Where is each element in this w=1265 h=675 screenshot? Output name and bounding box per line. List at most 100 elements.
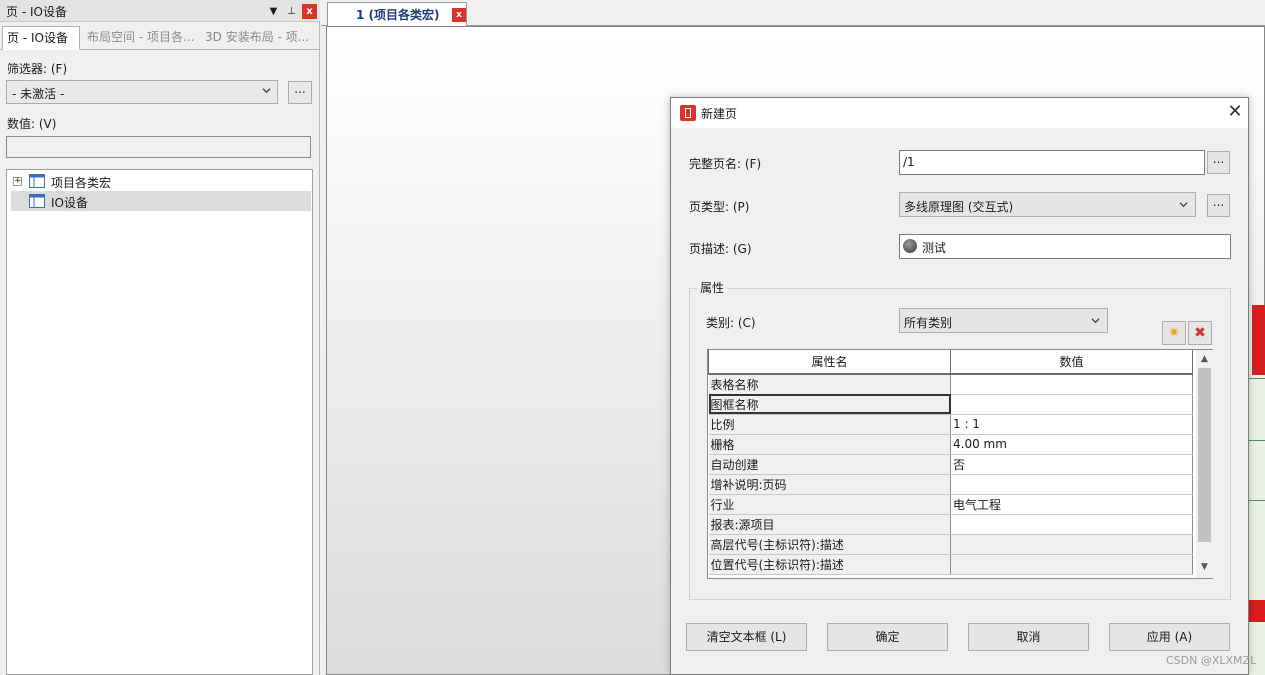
table-row[interactable]: 栅格 4.00 mm [708, 434, 1193, 455]
value-label: 数值: (V) [7, 117, 57, 131]
page-type-more-button[interactable]: ... [1207, 194, 1230, 217]
page-icon [29, 174, 45, 188]
full-name-more-button[interactable]: ... [1207, 151, 1230, 174]
document-tab-label: 1 (项目各类宏) [356, 8, 440, 22]
properties-legend: 属性 [697, 279, 728, 296]
dialog-title: 新建页 [701, 107, 738, 121]
full-name-value: /1 [903, 155, 915, 169]
properties-grid: 属性名 数值 表格名称 图框名称 比例 1 : 1 栅格 4.00 mm 自动创建否… [707, 349, 1213, 579]
panel-title: 页 - IO设备 [6, 5, 67, 19]
document-tab-bar: 1 (项目各类宏) x [321, 0, 1265, 26]
schematic-line [1248, 378, 1265, 379]
watermark: CSDN @XLXMZL [1166, 654, 1257, 667]
new-property-button[interactable]: ✷ [1162, 321, 1186, 345]
property-value[interactable]: 电气工程 [950, 494, 1193, 515]
property-name: 栅格 [708, 434, 951, 455]
tab-pages[interactable]: 页 - IO设备 [2, 26, 80, 50]
close-icon[interactable]: x [452, 8, 466, 22]
category-label: 类别: (C) [706, 316, 756, 330]
table-row[interactable]: 图框名称 [708, 394, 1193, 415]
property-value[interactable] [950, 554, 1193, 575]
table-row[interactable]: 报表:源项目 [708, 514, 1193, 535]
schematic-line [1248, 440, 1265, 441]
table-row[interactable]: 增补说明:页码 [708, 474, 1193, 495]
scroll-up-icon[interactable]: ▲ [1199, 354, 1210, 364]
filter-value: - 未激活 - [12, 87, 65, 101]
ok-button[interactable]: 确定 [827, 623, 948, 651]
scroll-down-icon[interactable]: ▼ [1199, 562, 1210, 572]
tree-item-project-macros[interactable]: + 项目各类宏 [11, 171, 311, 191]
clear-fields-button[interactable]: 清空文本框 (L) [686, 623, 807, 651]
full-name-input[interactable]: /1 [899, 150, 1205, 175]
new-page-dialog: 新建页 ✕ 完整页名: (F) /1 ... 页类型: (P) 多线原理图 (交… [670, 97, 1249, 675]
page-type-label: 页类型: (P) [689, 200, 750, 214]
scroll-thumb[interactable] [1198, 368, 1211, 542]
page-desc-value: 测试 [922, 241, 947, 255]
property-name: 图框名称 [708, 394, 951, 415]
property-name: 增补说明:页码 [708, 474, 951, 495]
grid-scrollbar[interactable]: ▲ ▼ [1196, 350, 1213, 578]
property-value[interactable]: 1 : 1 [950, 414, 1193, 435]
cancel-button[interactable]: 取消 [968, 623, 1089, 651]
schematic-line [1248, 500, 1265, 501]
table-row[interactable]: 比例 1 : 1 [708, 414, 1193, 435]
filter-more-button[interactable]: ... [288, 81, 312, 104]
page-icon [29, 194, 45, 208]
table-row[interactable]: 高层代号(主标识符):描述 [708, 534, 1193, 555]
property-value[interactable] [950, 374, 1193, 395]
page-type-value: 多线原理图 (交互式) [904, 200, 1014, 214]
filter-select[interactable]: - 未激活 - [6, 80, 278, 104]
property-name: 表格名称 [708, 374, 951, 395]
property-name: 高层代号(主标识符):描述 [708, 534, 951, 555]
property-name: 报表:源项目 [708, 514, 951, 535]
chevron-down-icon [1179, 202, 1188, 208]
panel-title-bar: 页 - IO设备 ▼ ⊥ x [0, 0, 320, 22]
tree-item-io-devices[interactable]: IO设备 [11, 191, 311, 211]
tree-item-label: IO设备 [51, 196, 88, 210]
schematic-content [1248, 600, 1265, 622]
property-value[interactable]: 4.00 mm [950, 434, 1193, 455]
property-name: 位置代号(主标识符):描述 [708, 554, 951, 575]
full-name-label: 完整页名: (F) [689, 157, 762, 171]
property-name: 行业 [708, 494, 951, 515]
panel-close-icon[interactable]: x [302, 4, 317, 19]
table-row[interactable]: 位置代号(主标识符):描述 [708, 554, 1193, 575]
panel-menu-icon[interactable]: ▼ [266, 4, 281, 19]
page-type-select[interactable]: 多线原理图 (交互式) [899, 192, 1196, 217]
filter-label: 筛选器: (F) [7, 62, 68, 76]
page-desc-label: 页描述: (G) [689, 242, 752, 256]
schematic-content [1252, 305, 1265, 375]
document-tab[interactable]: 1 (项目各类宏) x [327, 2, 467, 26]
panel-tabs: 页 - IO设备 布局空间 - 项目各... 3D 安装布局 - 项... [0, 26, 320, 50]
property-value[interactable] [950, 514, 1193, 535]
panel-pin-icon[interactable]: ⊥ [284, 4, 299, 19]
tab-layout-space[interactable]: 布局空间 - 项目各... [83, 26, 199, 50]
expand-icon[interactable]: + [13, 177, 22, 186]
delete-property-button[interactable]: ✖ [1188, 321, 1212, 345]
property-name: 自动创建 [708, 454, 951, 475]
pages-panel: 页 - IO设备 ▼ ⊥ x 页 - IO设备 布局空间 - 项目各... 3D… [0, 0, 320, 675]
table-row[interactable]: 表格名称 [708, 374, 1193, 395]
table-row[interactable]: 自动创建否 [708, 454, 1193, 475]
property-value[interactable] [950, 534, 1193, 555]
page-tree: + 项目各类宏 IO设备 [6, 169, 313, 675]
dialog-title-bar: 新建页 ✕ [671, 98, 1248, 128]
close-icon[interactable]: ✕ [1225, 102, 1245, 122]
page-desc-input[interactable]: 测试 [899, 234, 1231, 259]
property-name: 比例 [708, 414, 951, 435]
grid-header-value[interactable]: 数值 [950, 350, 1193, 375]
property-value[interactable] [950, 474, 1193, 495]
property-value[interactable] [950, 394, 1193, 415]
chevron-down-icon [262, 88, 271, 94]
category-value: 所有类别 [904, 316, 953, 330]
globe-icon[interactable] [903, 239, 917, 253]
grid-header-property-name[interactable]: 属性名 [708, 350, 951, 375]
category-select[interactable]: 所有类别 [899, 308, 1108, 333]
table-row[interactable]: 行业 电气工程 [708, 494, 1193, 515]
app-icon [680, 105, 696, 121]
apply-button[interactable]: 应用 (A) [1109, 623, 1230, 651]
tab-3d-layout[interactable]: 3D 安装布局 - 项... [201, 26, 315, 50]
value-input[interactable] [6, 136, 311, 158]
property-value[interactable]: 否 [950, 454, 1193, 475]
chevron-down-icon [1091, 318, 1100, 324]
